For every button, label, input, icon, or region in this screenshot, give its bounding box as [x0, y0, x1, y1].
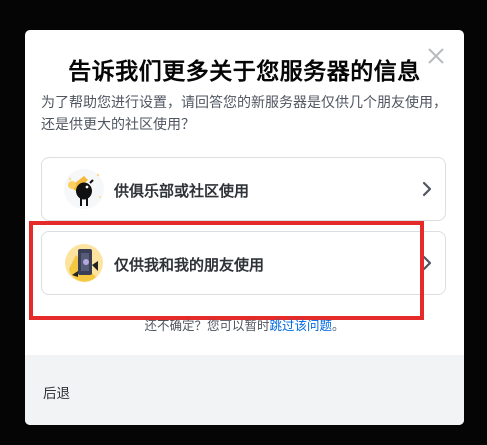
dialog-subtitle: 为了帮助您进行设置，请回答您的新服务器是仅供几个朋友使用，还是供更大的社区使用？	[41, 95, 447, 133]
skip-prefix: 还不确定？您可以暂时	[144, 318, 270, 333]
skip-text: 还不确定？您可以暂时跳过该问题。	[25, 315, 464, 334]
back-button[interactable]: 后退	[43, 382, 70, 402]
dialog-title: 告诉我们更多关于您服务器的信息	[68, 59, 421, 85]
option-label: 供俱乐部或社区使用	[114, 182, 250, 200]
dialog-footer: 后退	[25, 355, 464, 425]
chevron-right-icon	[422, 255, 432, 271]
server-info-dialog: 告诉我们更多关于您服务器的信息 为了帮助您进行设置，请回答您的新服务器是仅供几个…	[25, 30, 464, 425]
skip-question-link[interactable]: 跳过该问题	[269, 318, 332, 333]
friends-icon	[62, 241, 106, 285]
chevron-right-icon	[422, 181, 432, 197]
option-club-community[interactable]: 供俱乐部或社区使用	[41, 157, 446, 221]
club-community-icon	[62, 167, 106, 211]
skip-suffix: 。	[332, 318, 345, 333]
option-label: 仅供我和我的朋友使用	[114, 256, 265, 274]
option-me-and-friends[interactable]: 仅供我和我的朋友使用	[41, 231, 446, 295]
